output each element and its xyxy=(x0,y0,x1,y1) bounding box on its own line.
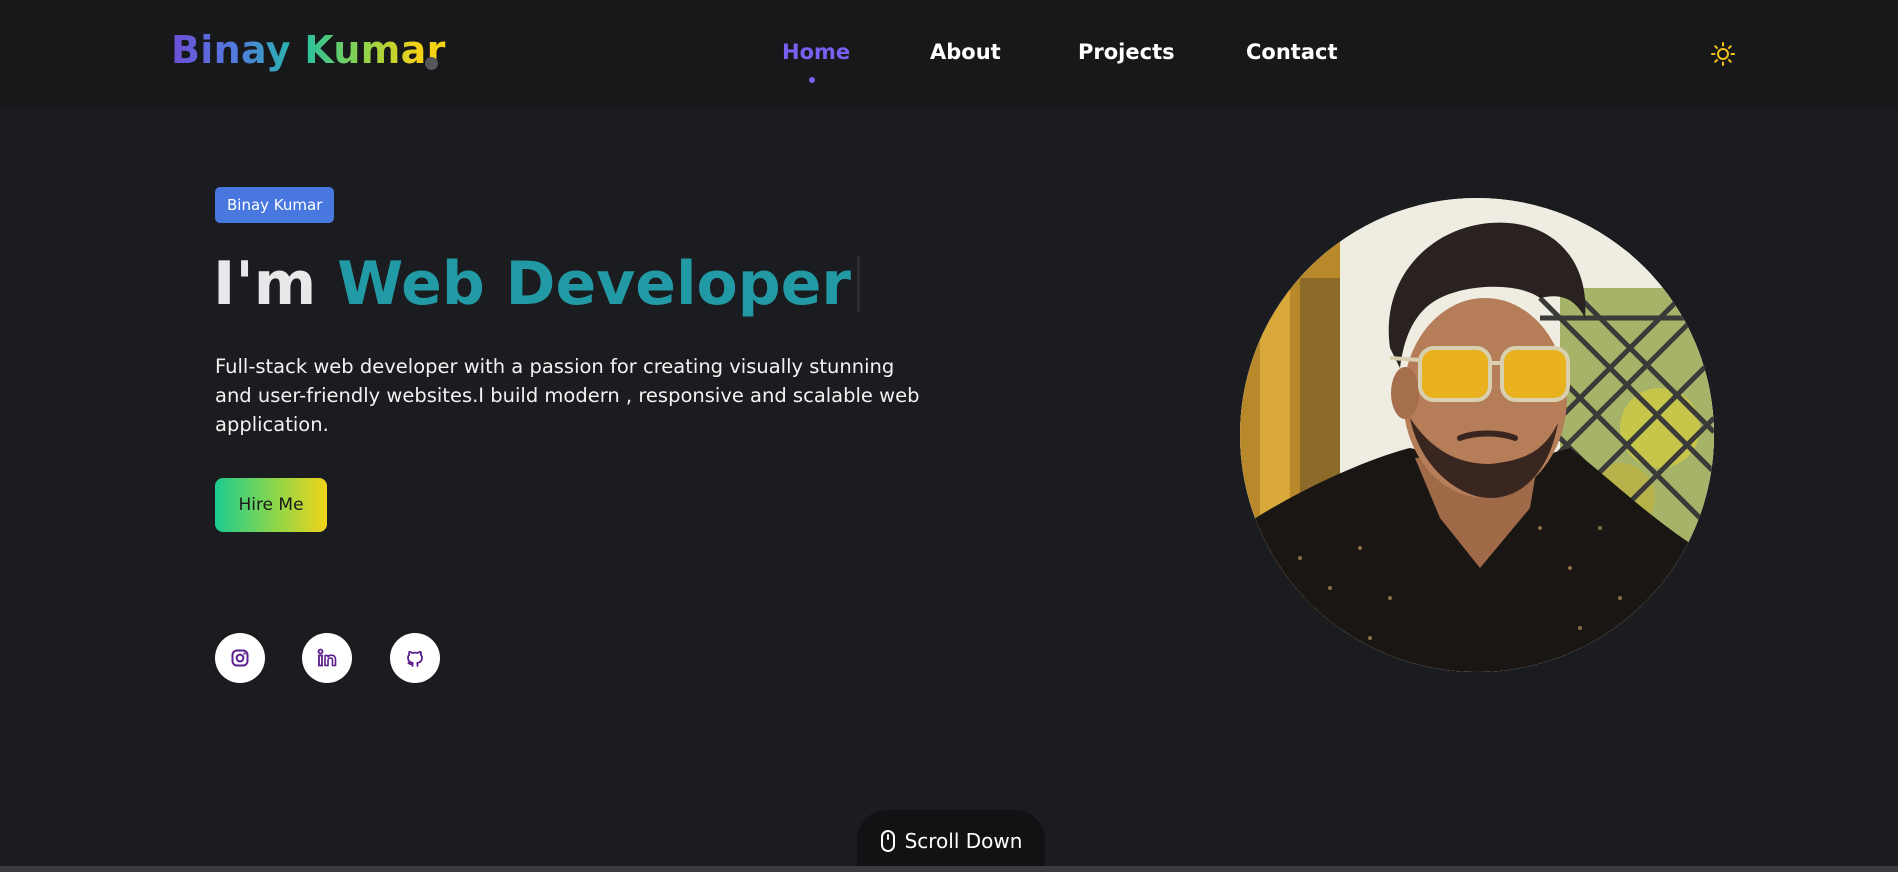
hire-me-button[interactable]: Hire Me xyxy=(215,478,327,532)
nav-links: Home About Projects Contact xyxy=(0,40,1898,80)
active-nav-indicator xyxy=(809,77,815,83)
linkedin-icon xyxy=(317,648,337,667)
typing-cursor xyxy=(857,256,861,312)
nav-item-contact[interactable]: Contact xyxy=(1246,40,1338,64)
instagram-link[interactable] xyxy=(215,633,265,683)
github-icon xyxy=(407,650,423,667)
name-badge: Binay Kumar xyxy=(215,187,335,223)
sun-icon xyxy=(1711,42,1735,66)
profile-photo xyxy=(1240,198,1714,672)
navbar: Binay Kumar Home About Projects Contact xyxy=(0,0,1898,110)
github-link[interactable] xyxy=(390,633,440,683)
linkedin-link[interactable] xyxy=(302,633,352,683)
headline-prefix: I'm xyxy=(213,249,317,319)
nav-item-home[interactable]: Home xyxy=(782,40,850,64)
bottom-divider xyxy=(0,866,1898,872)
scroll-down-label: Scroll Down xyxy=(904,829,1023,853)
hero-description: Full-stack web developer with a passion … xyxy=(215,355,920,436)
nav-item-projects[interactable]: Projects xyxy=(1078,40,1175,64)
hero-headline: I'm Web Developer xyxy=(213,248,861,320)
scroll-down-button[interactable]: Scroll Down xyxy=(857,810,1045,872)
mouse-icon xyxy=(880,830,895,852)
instagram-icon xyxy=(231,649,249,667)
nav-item-about[interactable]: About xyxy=(930,40,1001,64)
profile-photo-illustration xyxy=(1240,198,1714,672)
headline-role: Web Developer xyxy=(337,249,852,319)
theme-toggle-button[interactable] xyxy=(1710,41,1736,67)
